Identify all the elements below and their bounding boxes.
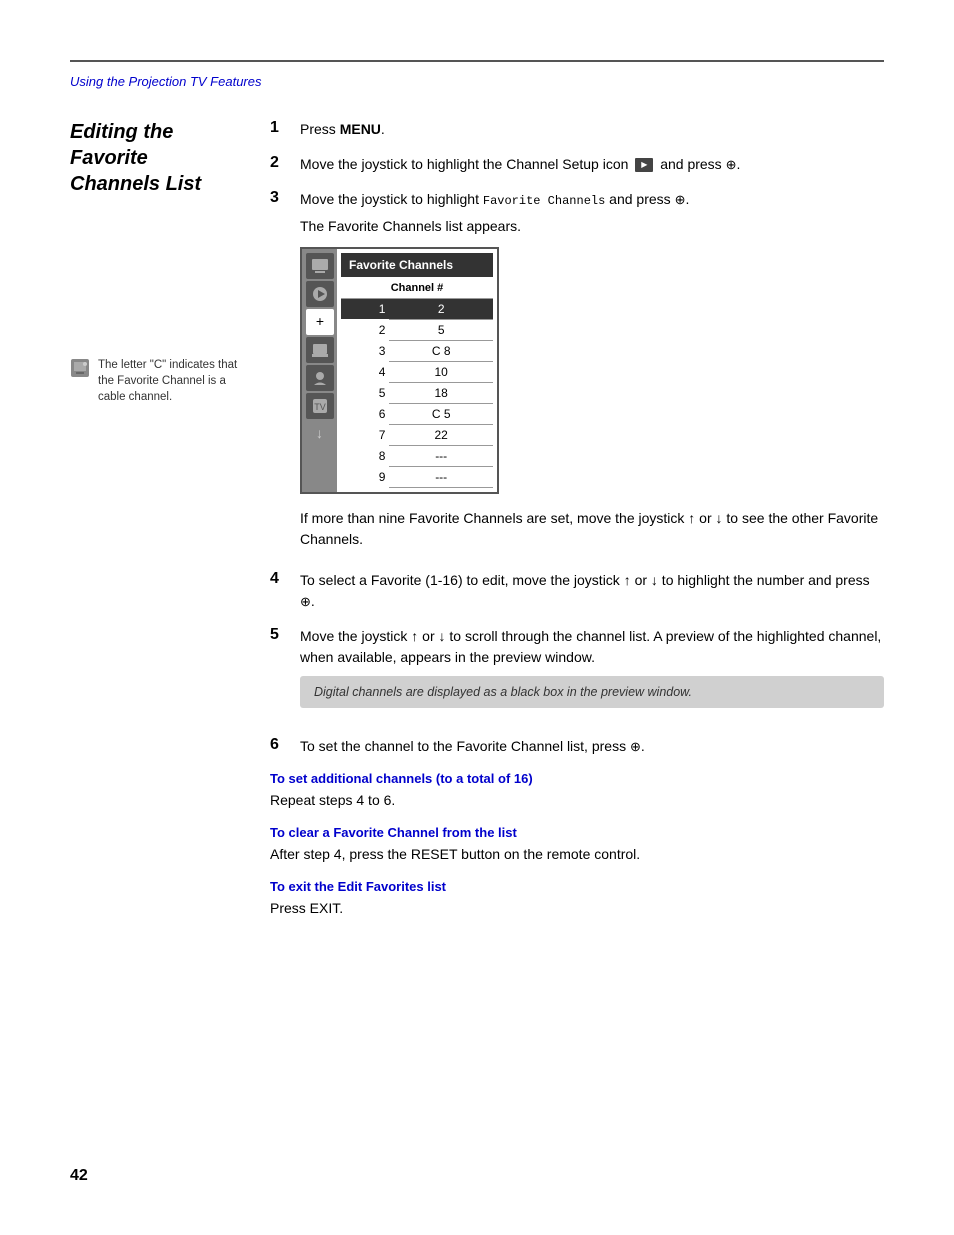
sub-heading: To clear a Favorite Channel from the lis… [270, 825, 884, 840]
section-heading: Editing the Favorite Channels List [70, 119, 250, 197]
menu-item-fav: Favorite Channels [483, 194, 605, 208]
fav-channels-box: + TV [300, 247, 499, 494]
svg-text:TV: TV [314, 402, 326, 412]
sub-heading: To exit the Edit Favorites list [270, 879, 884, 894]
row-ch: 2 [389, 298, 493, 319]
svg-text:+: + [315, 313, 323, 329]
section-title: Using the Projection TV Features [70, 74, 884, 89]
table-row: 12 [341, 298, 493, 319]
sub-sections: To set additional channels (to a total o… [270, 771, 884, 919]
step-4-content: To select a Favorite (1-16) to edit, mov… [300, 570, 884, 612]
page-number: 42 [70, 1167, 88, 1185]
heading-line2: Channels List [70, 173, 201, 195]
sub-heading-content: Press EXIT. [270, 898, 884, 919]
row-ch: 22 [389, 424, 493, 445]
fav-channels-wrap: + TV [300, 247, 884, 494]
info-note: Digital channels are displayed as a blac… [300, 676, 884, 709]
table-row: 8--- [341, 445, 493, 466]
sidebar-icon-2 [306, 281, 334, 307]
sidebar-icon-3: + [306, 309, 334, 335]
step-5-num: 5 [270, 626, 290, 644]
row-num: 9 [341, 466, 389, 487]
row-ch: C 5 [389, 403, 493, 424]
table-row: 722 [341, 424, 493, 445]
step-4: 4 To select a Favorite (1-16) to edit, m… [270, 570, 884, 612]
row-ch: C 8 [389, 340, 493, 361]
circle-plus-3: ⊕ [675, 192, 686, 207]
fav-channels-inner: + TV [302, 249, 497, 492]
step-1-content: Press MENU. [300, 119, 884, 140]
step-1: 1 Press MENU. [270, 119, 884, 140]
right-column: 1 Press MENU. 2 Move the joystick to hig… [270, 119, 884, 929]
row-num: 4 [341, 361, 389, 382]
circle-plus-4: ⊕ [300, 594, 311, 609]
step-6-content: To set the channel to the Favorite Chann… [300, 736, 884, 757]
step-5-content: Move the joystick ↑ or ↓ to scroll throu… [300, 626, 884, 723]
step-2: 2 Move the joystick to highlight the Cha… [270, 154, 884, 175]
step-3-content: Move the joystick to highlight Favorite … [300, 189, 884, 556]
step-2-content: Move the joystick to highlight the Chann… [300, 154, 884, 175]
fav-channels-table: Channel # 12253C 84105186C 57228---9--- [341, 279, 493, 488]
step-6: 6 To set the channel to the Favorite Cha… [270, 736, 884, 757]
note-text: The letter "C" indicates that the Favori… [98, 357, 250, 405]
channel-setup-icon: ▶ [635, 158, 653, 172]
circle-plus-2: ⊕ [726, 157, 737, 172]
row-num: 5 [341, 382, 389, 403]
row-ch: 5 [389, 319, 493, 340]
row-ch: 10 [389, 361, 493, 382]
circle-plus-6: ⊕ [630, 739, 641, 754]
sidebar-icon-1 [306, 253, 334, 279]
row-ch: --- [389, 466, 493, 487]
step-1-num: 1 [270, 119, 290, 137]
step-4-num: 4 [270, 570, 290, 588]
table-row: 9--- [341, 466, 493, 487]
row-ch: --- [389, 445, 493, 466]
note-icon [70, 358, 90, 378]
table-row: 25 [341, 319, 493, 340]
table-row: 410 [341, 361, 493, 382]
step-2-num: 2 [270, 154, 290, 172]
row-num: 1 [341, 298, 389, 319]
sub-heading-content: Repeat steps 4 to 6. [270, 790, 884, 811]
fav-sidebar: + TV [302, 249, 337, 492]
table-row: 3C 8 [341, 340, 493, 361]
table-row: 6C 5 [341, 403, 493, 424]
sidebar-icon-4 [306, 337, 334, 363]
page-container: Using the Projection TV Features Editing… [0, 0, 954, 989]
heading-line1: Editing the Favorite [70, 121, 173, 169]
content-layout: Editing the Favorite Channels List The l… [70, 119, 884, 929]
step-6-num: 6 [270, 736, 290, 754]
row-num: 3 [341, 340, 389, 361]
row-num: 2 [341, 319, 389, 340]
sub-heading: To set additional channels (to a total o… [270, 771, 884, 786]
top-rule [70, 60, 884, 62]
row-ch: 18 [389, 382, 493, 403]
table-row: 518 [341, 382, 493, 403]
step-3-num: 3 [270, 189, 290, 207]
step-3: 3 Move the joystick to highlight Favorit… [270, 189, 884, 556]
fav-col-header: Channel # [341, 279, 493, 298]
more-channels-text: If more than nine Favorite Channels are … [300, 508, 884, 550]
fav-title-bar: Favorite Channels [341, 253, 493, 277]
note-box: The letter "C" indicates that the Favori… [70, 357, 250, 405]
row-num: 8 [341, 445, 389, 466]
step-5: 5 Move the joystick ↑ or ↓ to scroll thr… [270, 626, 884, 723]
sidebar-down-arrow: ↓ [316, 423, 323, 444]
fav-table-area: Favorite Channels Channel # [337, 249, 497, 492]
row-num: 7 [341, 424, 389, 445]
sidebar-icon-5 [306, 365, 334, 391]
sidebar-icon-6: TV [306, 393, 334, 419]
left-column: Editing the Favorite Channels List The l… [70, 119, 270, 929]
row-num: 6 [341, 403, 389, 424]
sub-heading-content: After step 4, press the RESET button on … [270, 844, 884, 865]
